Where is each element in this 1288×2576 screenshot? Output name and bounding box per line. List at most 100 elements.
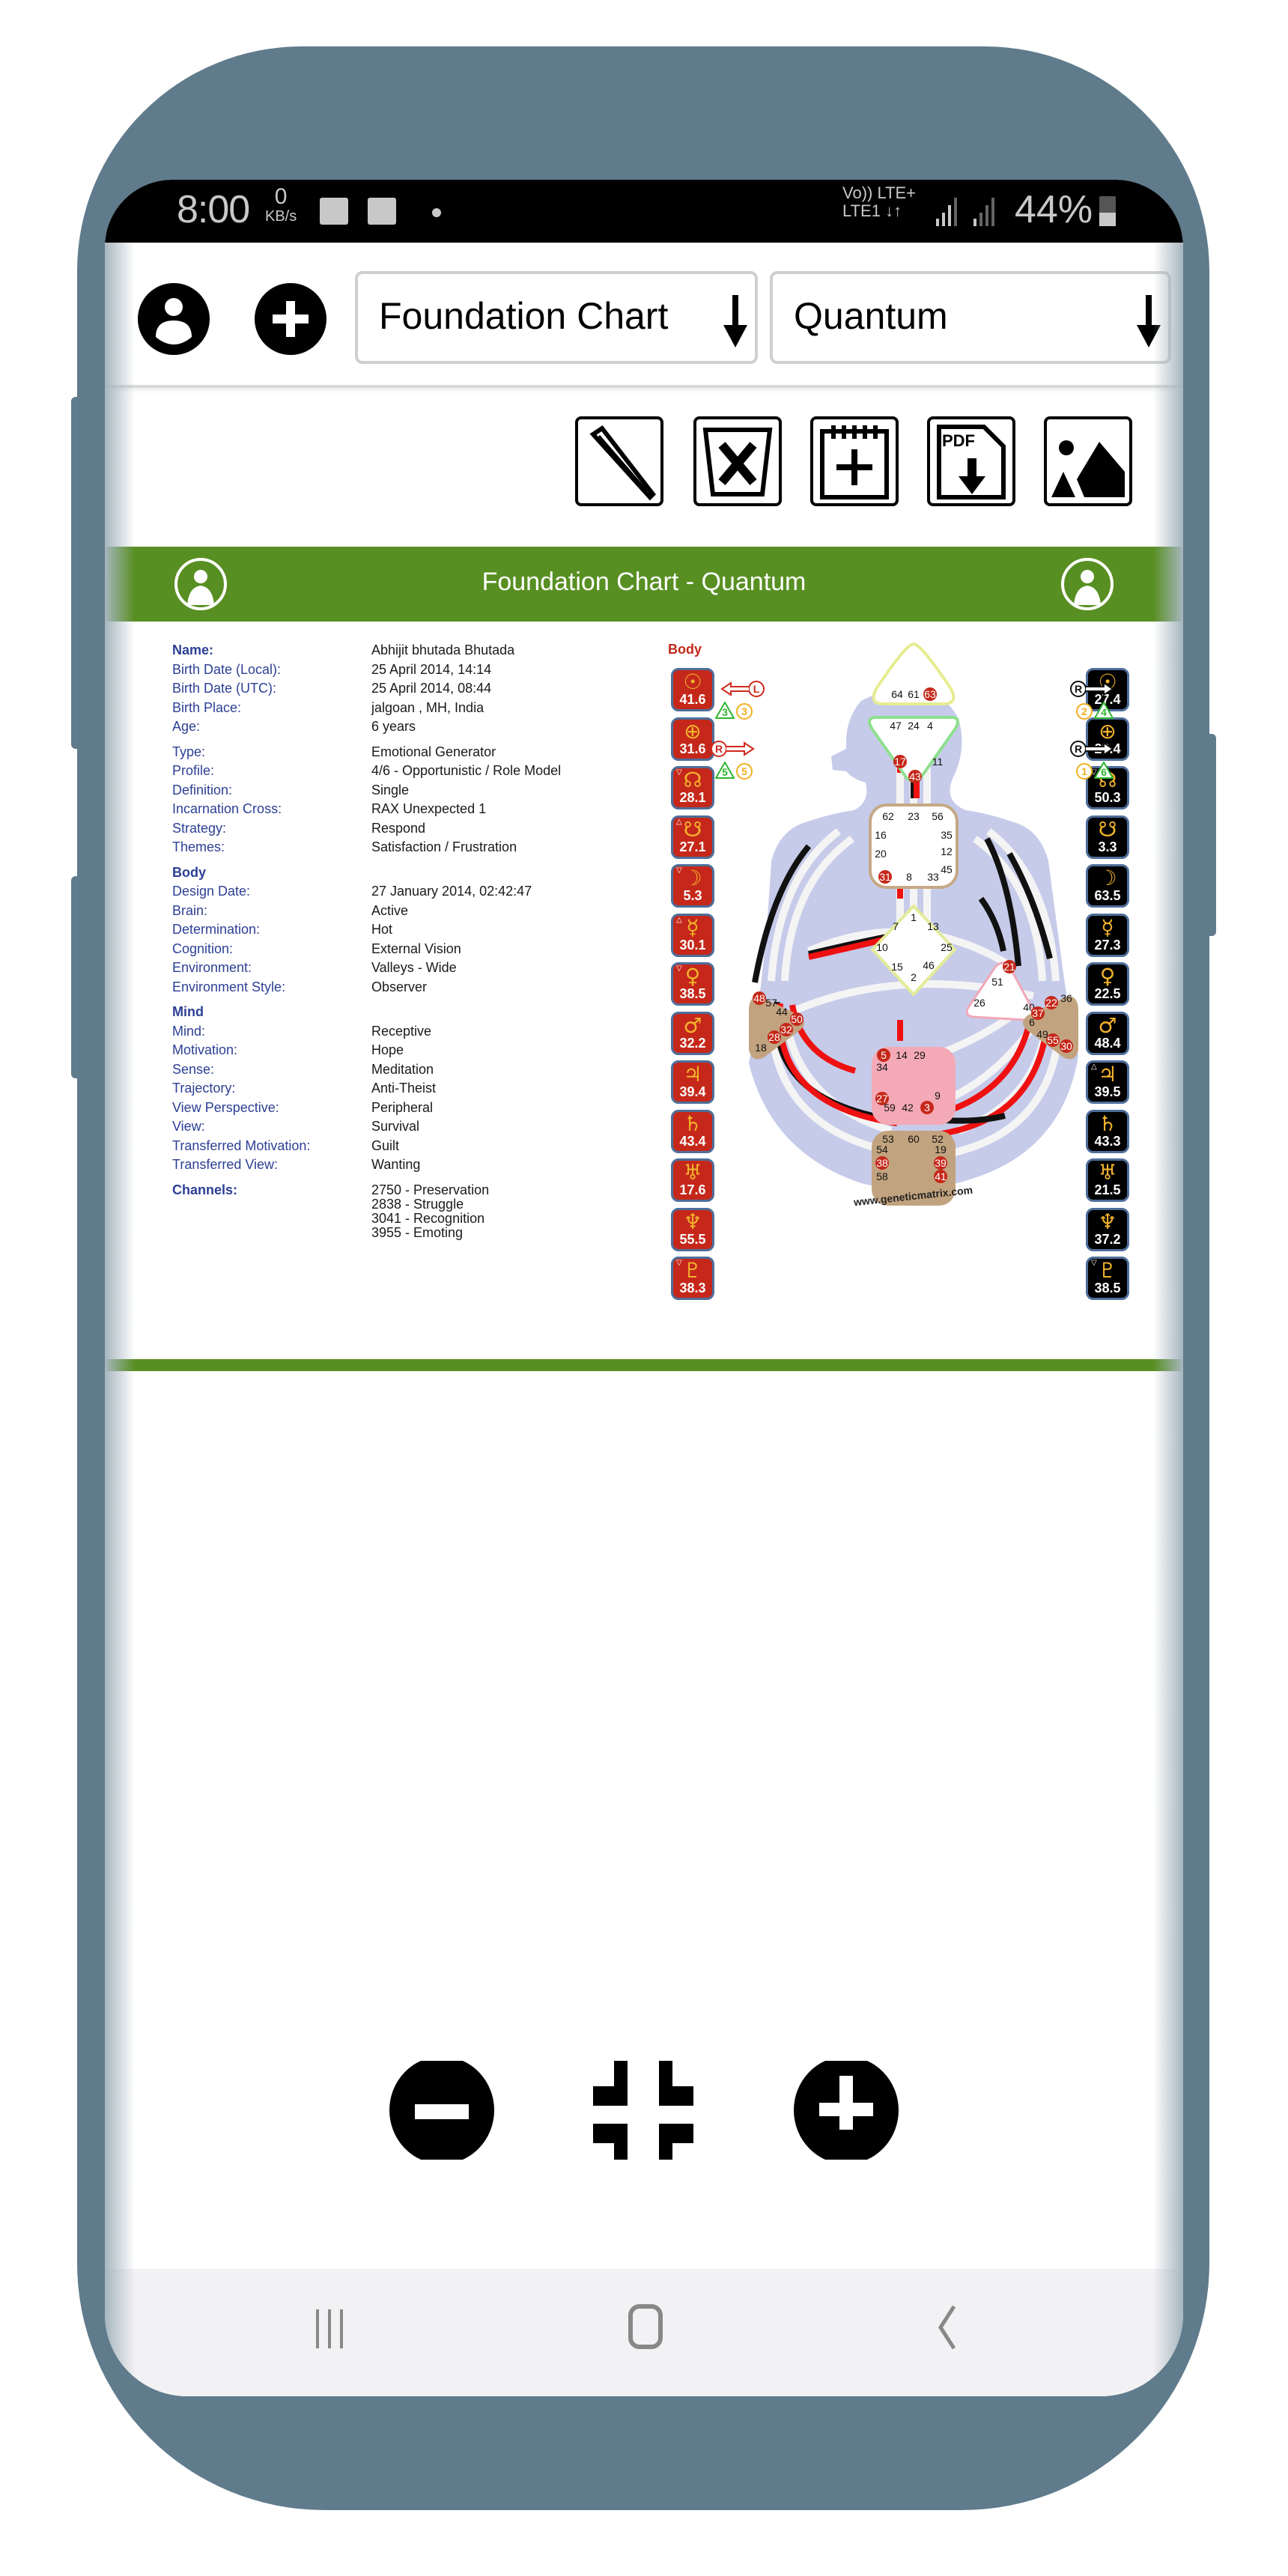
new-chart-button[interactable]: [810, 416, 899, 506]
gate-label: 11: [932, 756, 944, 768]
planet-gate-value: 37.2: [1094, 1231, 1121, 1247]
info-section-heading: Body: [172, 864, 206, 880]
fit-screen-button[interactable]: [593, 2061, 698, 2160]
info-value: Single: [371, 782, 410, 798]
gate-label: 2: [911, 971, 917, 983]
network-speed: 0 KB/s: [265, 184, 297, 226]
battery-percent: 44%: [1015, 188, 1093, 231]
gate-label: 62: [882, 810, 894, 822]
gate-label: 42: [902, 1102, 914, 1114]
info-label: Themes:: [172, 839, 225, 854]
svg-text:5: 5: [741, 765, 747, 777]
personality-planet[interactable]: ▽ ♇ 38.5: [1086, 1257, 1129, 1300]
pencil-icon: [589, 425, 656, 501]
add-button[interactable]: [255, 283, 326, 355]
info-label: Cognition:: [172, 941, 234, 956]
network-speed-unit: KB/s: [265, 208, 297, 225]
delete-button[interactable]: [693, 416, 782, 506]
gate-label: 47: [890, 720, 902, 732]
info-value: Respond: [371, 820, 426, 836]
chart-mode-select[interactable]: Quantum: [770, 271, 1171, 364]
gate-label: 29: [914, 1049, 926, 1061]
gate-label: 19: [935, 1143, 947, 1155]
gate-label: 5: [881, 1049, 887, 1061]
gate-label: 38: [876, 1157, 888, 1169]
gate-label: 36: [1060, 992, 1072, 1004]
info-value: Abhijit bhutada Bhutada: [371, 643, 515, 657]
gate-label: 16: [875, 829, 887, 841]
image-button[interactable]: [1044, 416, 1132, 506]
network-speed-value: 0: [274, 184, 288, 209]
back-icon[interactable]: [932, 2303, 962, 2351]
info-label: Trajectory:: [172, 1081, 236, 1096]
gate-label: 51: [991, 976, 1003, 988]
channel-item: 2750 - Preservation: [371, 1182, 490, 1197]
info-label: Profile:: [172, 763, 215, 778]
gate-label: 6: [1029, 1016, 1035, 1028]
gate-label: 55: [1047, 1034, 1059, 1046]
gate-label: 3: [924, 1102, 930, 1114]
arrow-down-icon: [723, 295, 747, 347]
variable-arrow: R 1 6: [1070, 741, 1114, 780]
gate-label: 9: [935, 1090, 941, 1102]
channel-item: 3955 - Emoting: [371, 1224, 464, 1240]
info-value: 6 years: [371, 719, 416, 734]
screen: 8:00 0 KB/s Vo)) LTE+ LTE1 ↓↑ 44% Foundati…: [105, 180, 1183, 2396]
gate-label: 32: [780, 1024, 792, 1036]
network-line2: LTE1 ↓↑: [842, 201, 902, 220]
svg-text:5: 5: [722, 766, 728, 778]
gate-label: 48: [753, 992, 765, 1004]
gate-label: 64: [891, 688, 903, 700]
gate-label: 43: [909, 771, 921, 783]
email-icon: [368, 198, 396, 225]
gate-label: 4: [927, 720, 933, 732]
zoom-in-button[interactable]: [794, 2061, 899, 2160]
gate-label: 31: [879, 871, 891, 883]
gate-label: 7: [893, 920, 899, 932]
info-label: Birth Date (Local):: [172, 661, 282, 677]
gate-label: 35: [941, 829, 953, 841]
gate-label: 10: [876, 941, 888, 953]
pdf-download-button[interactable]: PDF: [927, 416, 1015, 506]
gate-label: 14: [896, 1049, 908, 1061]
info-label: Environment:: [172, 960, 252, 975]
profile-button[interactable]: [138, 283, 210, 355]
info-label: Environment Style:: [172, 979, 286, 994]
home-icon[interactable]: [623, 2303, 668, 2351]
gate-label: 54: [876, 1143, 888, 1155]
gate-label: 58: [876, 1170, 888, 1182]
gate-label: 21: [1003, 961, 1015, 973]
chart-type-select[interactable]: Foundation Chart: [355, 271, 758, 364]
gate-label: 44: [776, 1006, 788, 1018]
info-value: Wanting: [371, 1157, 421, 1172]
gate-label: 60: [908, 1133, 920, 1145]
chart-footer-line: [105, 1359, 1183, 1371]
dot-icon: [432, 208, 441, 217]
line-direction-mark: ▽: [676, 1259, 682, 1267]
volume-button: [71, 397, 82, 749]
gate-label: 26: [973, 997, 985, 1009]
trash-x-icon: [702, 428, 773, 496]
info-section-heading: Mind: [172, 1004, 204, 1019]
personality-planet[interactable]: ♆ 37.2: [1086, 1207, 1129, 1251]
plus-icon: [273, 301, 309, 337]
gate-label: 56: [932, 810, 944, 822]
power-button: [1206, 734, 1216, 936]
gate-label: 28: [768, 1031, 780, 1043]
info-label: Strategy:: [172, 820, 227, 836]
info-value: RAX Unexpected 1: [371, 801, 487, 816]
variable-arrow: R 5 5: [711, 741, 755, 780]
design-planet[interactable]: ▽ ♇ 38.3: [671, 1257, 714, 1300]
info-value: 25 April 2014, 14:14: [371, 661, 492, 677]
zoom-out-button[interactable]: [389, 2061, 494, 2160]
info-value: Peripheral: [371, 1099, 434, 1115]
gate-label: 24: [908, 720, 920, 732]
status-time: 8:00: [177, 188, 250, 231]
recents-icon[interactable]: [309, 2306, 353, 2351]
design-planet[interactable]: ♆ 55.5: [671, 1207, 714, 1251]
info-label: Transferred View:: [172, 1157, 279, 1172]
info-label: Determination:: [172, 922, 261, 937]
gate-label: 63: [924, 688, 936, 700]
svg-text:L: L: [753, 683, 760, 695]
edit-button[interactable]: [575, 416, 663, 506]
